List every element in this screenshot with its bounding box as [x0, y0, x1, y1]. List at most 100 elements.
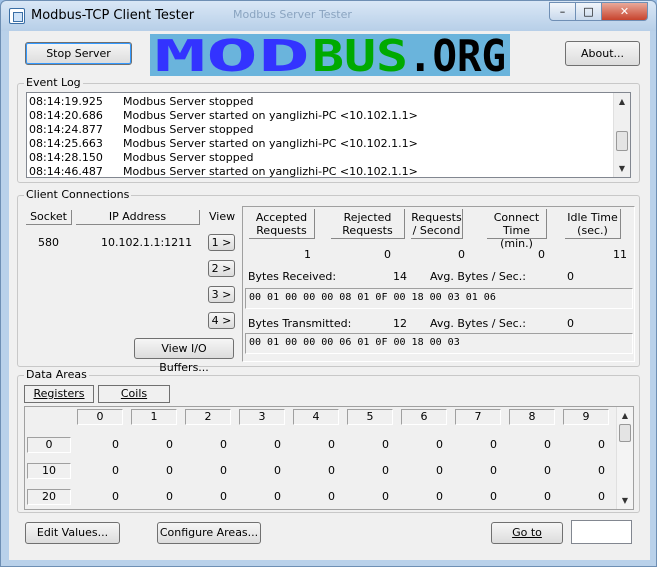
transmitted-bytes-hex: 00 01 00 00 00 06 01 0F 00 18 00 03 — [245, 333, 633, 354]
edit-values-button[interactable]: Edit Values... — [25, 522, 120, 544]
scroll-down-icon[interactable]: ▼ — [614, 160, 630, 177]
view-io-buffers-button[interactable]: View I/O Buffers... — [134, 338, 234, 374]
goto-button-label: Go to — [512, 526, 542, 539]
view-client-1-button[interactable]: 1 > — [208, 234, 235, 251]
grid-cell[interactable]: 0 — [423, 438, 443, 451]
grid-cell[interactable]: 0 — [99, 490, 119, 503]
grid-cell[interactable]: 0 — [261, 438, 281, 451]
stats-header-line2: / Second — [412, 224, 461, 237]
about-button[interactable]: About... — [565, 41, 640, 66]
grid-cell[interactable]: 0 — [369, 464, 389, 477]
app-window: Modbus-TCP Client Tester Modbus Server T… — [0, 0, 657, 567]
configure-areas-button[interactable]: Configure Areas... — [157, 522, 261, 544]
stats-header-line1: Connect — [493, 211, 540, 224]
received-bytes-hex: 00 01 00 00 00 08 01 0F 00 18 00 03 01 0… — [245, 288, 633, 309]
grid-cell[interactable]: 0 — [423, 490, 443, 503]
view-header: View — [209, 210, 236, 223]
event-log-entry[interactable]: 08:14:25.663 Modbus Server started on yan… — [29, 137, 418, 151]
stats-value: 11 — [613, 248, 627, 261]
grid-column-header: 2 — [185, 409, 231, 425]
avg-transmitted-label: Avg. Bytes / Sec.: — [430, 317, 526, 330]
grid-cell[interactable]: 0 — [585, 464, 605, 477]
grid-cell[interactable]: 0 — [99, 438, 119, 451]
grid-cell[interactable]: 0 — [477, 464, 497, 477]
grid-cell[interactable]: 0 — [153, 490, 173, 503]
event-log-entry[interactable]: 08:14:19.925 Modbus Server stopped — [29, 95, 418, 109]
stats-header-line1: Idle Time — [567, 211, 618, 224]
event-log-entry[interactable]: 08:14:20.686 Modbus Server started on yan… — [29, 109, 418, 123]
event-log-time: 08:14:28.150 — [29, 151, 103, 164]
scroll-thumb[interactable] — [616, 131, 628, 151]
ip-address-header: IP Address — [76, 210, 200, 225]
scroll-up-icon[interactable]: ▲ — [614, 93, 630, 110]
grid-cell[interactable]: 0 — [477, 490, 497, 503]
event-log-message: Modbus Server started on yanglizhi-PC <1… — [123, 137, 418, 150]
goto-address-input[interactable] — [571, 520, 632, 544]
socket-header: Socket — [26, 210, 72, 225]
grid-cell[interactable]: 0 — [261, 490, 281, 503]
stats-header-line2: Requests — [342, 224, 393, 237]
grid-cell[interactable]: 0 — [531, 438, 551, 451]
grid-cell[interactable]: 0 — [153, 464, 173, 477]
goto-button[interactable]: Go to — [491, 522, 563, 544]
event-log-entry[interactable]: 08:14:28.150 Modbus Server stopped — [29, 151, 418, 165]
grid-cell[interactable]: 0 — [585, 438, 605, 451]
event-log-group: Event Log 08:14:19.925 Modbus Server stop… — [17, 76, 640, 183]
minimize-button[interactable]: – — [549, 2, 576, 21]
grid-column-header: 8 — [509, 409, 555, 425]
data-grid-scrollbar[interactable]: ▲ ▼ — [616, 407, 633, 509]
maximize-button[interactable]: □ — [575, 2, 602, 21]
svg-text:MOD: MOD — [154, 34, 310, 76]
grid-cell[interactable]: 0 — [153, 438, 173, 451]
grid-cell[interactable]: 0 — [369, 490, 389, 503]
client-connections-label: Client Connections — [24, 188, 132, 201]
grid-column-header: 5 — [347, 409, 393, 425]
event-log-time: 08:14:20.686 — [29, 109, 103, 122]
avg-received-label: Avg. Bytes / Sec.: — [430, 270, 526, 283]
grid-scroll-thumb[interactable] — [619, 424, 631, 442]
event-log-entry[interactable]: 08:14:24.877 Modbus Server stopped — [29, 123, 418, 137]
grid-cell[interactable]: 0 — [99, 464, 119, 477]
grid-column-header: 3 — [239, 409, 285, 425]
view-client-4-button[interactable]: 4 > — [208, 312, 235, 329]
grid-cell[interactable]: 0 — [315, 438, 335, 451]
grid-cell[interactable]: 0 — [531, 464, 551, 477]
event-log-scrollbar[interactable]: ▲ ▼ — [613, 93, 630, 177]
grid-cell[interactable]: 0 — [315, 490, 335, 503]
stats-header-line2: (sec.) — [577, 224, 608, 237]
grid-cell[interactable]: 0 — [261, 464, 281, 477]
event-log-message: Modbus Server stopped — [123, 95, 254, 108]
grid-cell[interactable]: 0 — [477, 438, 497, 451]
grid-cell[interactable]: 0 — [423, 464, 443, 477]
stats-header: Connect Time (min.) — [487, 209, 547, 250]
grid-column-header: 9 — [563, 409, 609, 425]
grid-cell[interactable]: 0 — [369, 438, 389, 451]
grid-cell[interactable]: 0 — [531, 490, 551, 503]
avg-transmitted-value: 0 — [567, 317, 574, 330]
stats-header-line2: Time (min.) — [500, 224, 533, 250]
grid-column-header: 0 — [77, 409, 123, 425]
tab-coils[interactable]: Coils — [98, 385, 170, 403]
grid-scroll-down-icon[interactable]: ▼ — [617, 492, 633, 509]
tab-registers[interactable]: Registers — [24, 385, 94, 403]
stats-header: Requests / Second — [411, 209, 463, 239]
event-log-entry[interactable]: 08:14:46.487 Modbus Server started on yan… — [29, 165, 418, 179]
close-button[interactable]: ✕ — [601, 2, 648, 21]
bytes-transmitted-value: 12 — [393, 317, 407, 330]
grid-cell[interactable]: 0 — [207, 490, 227, 503]
stats-header: Idle Time (sec.) — [565, 209, 621, 239]
stats-value: 0 — [458, 248, 465, 261]
title-bar[interactable]: Modbus-TCP Client Tester Modbus Server T… — [1, 1, 656, 31]
grid-cell[interactable]: 0 — [585, 490, 605, 503]
event-log-time: 08:14:19.925 — [29, 95, 103, 108]
data-grid[interactable]: 0123456789 0 0 0 0 0 0 0 0 0 0 0 10 0 0 0 0 0 0 0 0 0 0 20 0 0 0 0… — [24, 406, 634, 510]
grid-cell[interactable]: 0 — [315, 464, 335, 477]
view-client-3-button[interactable]: 3 > — [208, 286, 235, 303]
view-client-2-button[interactable]: 2 > — [208, 260, 235, 277]
grid-scroll-up-icon[interactable]: ▲ — [617, 407, 633, 424]
event-log-list[interactable]: 08:14:19.925 Modbus Server stopped 08:14:2… — [26, 92, 631, 178]
grid-row-header: 20 — [27, 489, 71, 505]
grid-cell[interactable]: 0 — [207, 464, 227, 477]
stop-server-button[interactable]: Stop Server — [25, 42, 132, 65]
grid-cell[interactable]: 0 — [207, 438, 227, 451]
